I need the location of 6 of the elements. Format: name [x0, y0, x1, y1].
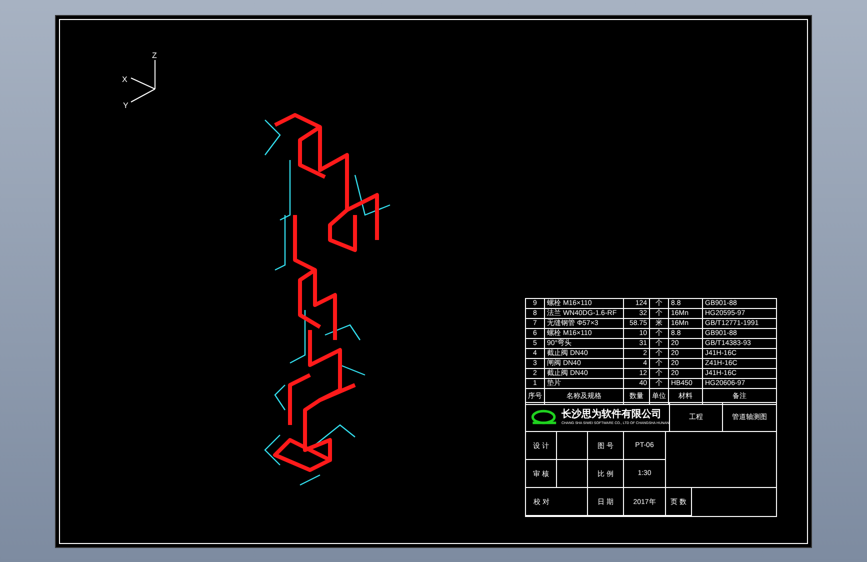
axis-label: Z: [152, 52, 157, 60]
axis-label: X: [122, 76, 128, 84]
logo-icon: [531, 410, 556, 424]
axis-icon: [130, 60, 156, 102]
company-name: 长沙思为软件有限公司: [561, 408, 662, 420]
axis-label: Y: [123, 102, 128, 110]
